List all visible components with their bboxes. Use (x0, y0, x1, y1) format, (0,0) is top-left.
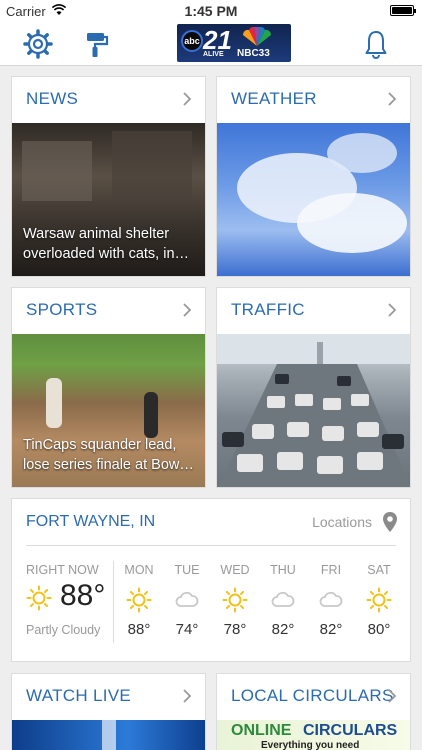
shelter-cage-shape-2 (112, 131, 192, 201)
day-temperature: 88° (127, 621, 151, 638)
traffic-image[interactable] (217, 334, 410, 487)
weather-card-header[interactable]: WEATHER (217, 77, 410, 122)
sports-title: SPORTS (26, 300, 98, 319)
day-name: TUE (174, 563, 200, 577)
traffic-card[interactable]: TRAFFIC (216, 287, 411, 488)
current-temperature: 88° (60, 579, 106, 612)
watch-live-image[interactable] (12, 720, 205, 750)
cloud-icon (271, 591, 295, 607)
cloud-icon (175, 591, 199, 607)
shelter-cage-shape (22, 141, 92, 201)
weather-card[interactable]: WEATHER (216, 76, 411, 277)
watch-live-card-header[interactable]: WATCH LIVE (12, 674, 205, 719)
day-temperature: 82° (271, 621, 295, 638)
chevron-right-icon (183, 92, 192, 106)
forecast-day: MON 88° (115, 563, 163, 638)
news-card-header[interactable]: NEWS (12, 77, 205, 122)
sun-icon (26, 585, 52, 611)
forecast-city: FORT WAYNE, IN (26, 513, 156, 530)
clock: 1:45 PM (184, 3, 238, 19)
peacock-icon (242, 27, 272, 46)
nav-bar: abc 21 ALIVE NBC33 (0, 22, 422, 66)
right-now-label: RIGHT NOW (26, 563, 99, 577)
weather-image[interactable] (217, 123, 410, 276)
news-image[interactable]: Warsaw animal shelter overloaded with ca… (12, 123, 205, 276)
paint-roller-icon[interactable] (80, 28, 112, 60)
forecast-divider (26, 545, 396, 546)
station-logo: abc 21 ALIVE NBC33 (177, 24, 291, 62)
forecast-day: TUE 74° (163, 563, 211, 638)
cloud-shape-3 (327, 133, 397, 173)
forecast-day: SAT 80° (355, 563, 403, 638)
day-name: SAT (367, 563, 391, 577)
day-temperature: 74° (175, 621, 199, 638)
bell-icon[interactable] (360, 28, 392, 60)
alive-label: ALIVE (203, 51, 224, 58)
sports-card-header[interactable]: SPORTS (12, 288, 205, 333)
watch-live-title: WATCH LIVE (26, 686, 132, 705)
forecast-day: THU 82° (259, 563, 307, 638)
cloud-icon (319, 591, 343, 607)
player-shape (46, 378, 62, 428)
umpire-shape (144, 392, 158, 438)
local-circulars-card[interactable]: LOCAL CIRCULARS ONLINE CIRCULARS Everyth… (216, 673, 411, 750)
circulars-banner-sub: Everything you need (261, 740, 360, 750)
news-title: NEWS (26, 89, 79, 108)
traffic-card-header[interactable]: TRAFFIC (217, 288, 410, 333)
sun-icon (126, 587, 152, 613)
watch-live-card[interactable]: WATCH LIVE (11, 673, 206, 750)
day-temperature: 80° (367, 621, 391, 638)
forecast-day: FRI 82° (307, 563, 355, 638)
day-name: FRI (320, 563, 342, 577)
day-name: WED (220, 563, 250, 577)
sports-image[interactable]: TinCaps squander lead, lose series final… (12, 334, 205, 487)
light-beam-shape (102, 720, 116, 750)
day-name: MON (124, 563, 154, 577)
gear-icon[interactable] (22, 28, 54, 60)
sports-card[interactable]: SPORTS TinCaps squander lead, lose serie… (11, 287, 206, 488)
day-temperature: 82° (319, 621, 343, 638)
sports-caption: TinCaps squander lead, lose series final… (23, 437, 194, 473)
location-pin-icon[interactable] (382, 511, 398, 533)
forecast-day: WED 78° (211, 563, 259, 638)
local-circulars-title: LOCAL CIRCULARS (231, 686, 394, 705)
traffic-title: TRAFFIC (231, 300, 305, 319)
sun-icon (366, 587, 392, 613)
forecast-separator (113, 561, 114, 643)
news-caption: Warsaw animal shelter overloaded with ca… (23, 226, 190, 262)
status-bar: Carrier 1:45 PM (0, 0, 422, 22)
chevron-right-icon (388, 303, 397, 317)
locations-button[interactable]: Locations (312, 514, 372, 530)
forecast-card[interactable]: FORT WAYNE, IN Locations RIGHT NOW 88° P… (11, 498, 411, 662)
chevron-right-icon (388, 92, 397, 106)
circulars-banner-online: ONLINE (231, 722, 292, 739)
battery-icon (390, 5, 416, 16)
chevron-right-icon (183, 689, 192, 703)
day-name: THU (270, 563, 296, 577)
current-condition: Partly Cloudy (26, 623, 101, 637)
nbc-label: NBC33 (237, 48, 270, 59)
news-card[interactable]: NEWS Warsaw animal shelter overloaded wi… (11, 76, 206, 277)
traffic-illustration (217, 334, 410, 487)
chevron-right-icon (388, 689, 397, 703)
circulars-banner-circulars: CIRCULARS (303, 722, 398, 739)
local-circulars-card-header[interactable]: LOCAL CIRCULARS (217, 674, 410, 719)
abc-logo: abc (181, 30, 203, 52)
chevron-right-icon (183, 303, 192, 317)
cloud-shape-2 (297, 193, 407, 253)
day-temperature: 78° (223, 621, 247, 638)
weather-title: WEATHER (231, 89, 317, 108)
local-circulars-image[interactable]: ONLINE CIRCULARS Everything you need (217, 720, 410, 750)
sun-icon (222, 587, 248, 613)
